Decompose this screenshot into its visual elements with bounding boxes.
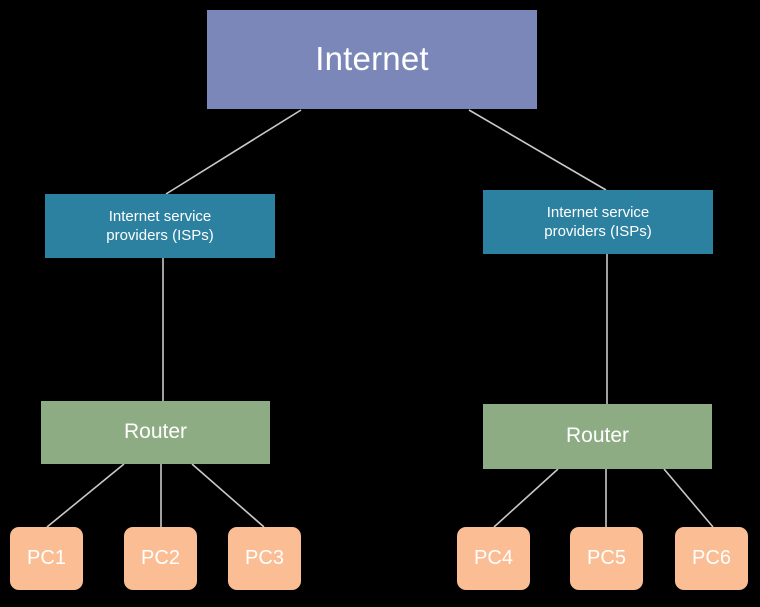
node-isp-right[interactable]: Internet service providers (ISPs) [483, 190, 713, 254]
node-pc4-label: PC4 [474, 546, 513, 569]
node-isp-left[interactable]: Internet service providers (ISPs) [45, 194, 275, 258]
node-pc6-label: PC6 [692, 546, 731, 569]
internet-to-isp-right [468, 109, 607, 191]
node-pc2-label: PC2 [141, 546, 180, 569]
node-pc1-label: PC1 [27, 546, 66, 569]
node-router-right-label: Router [565, 424, 630, 448]
node-pc2[interactable]: PC2 [124, 527, 197, 590]
node-isp-left-label: Internet service providers (ISPs) [106, 207, 214, 244]
node-internet[interactable]: Internet [207, 10, 537, 109]
node-pc1[interactable]: PC1 [10, 527, 83, 590]
router-left-to-pc3 [191, 463, 265, 528]
node-pc5-label: PC5 [587, 546, 626, 569]
node-isp-right-label: Internet service providers (ISPs) [544, 203, 652, 240]
router-right-to-pc4 [493, 468, 559, 528]
internet-to-isp-left [165, 109, 302, 195]
node-pc5[interactable]: PC5 [570, 527, 643, 590]
node-router-right[interactable]: Router [483, 404, 712, 469]
node-internet-label: Internet [315, 40, 429, 78]
router-right-to-pc6 [663, 468, 714, 528]
node-router-left[interactable]: Router [41, 401, 270, 464]
node-pc4[interactable]: PC4 [457, 527, 530, 590]
router-left-to-pc1 [46, 463, 125, 528]
node-router-left-label: Router [123, 420, 188, 444]
network-topology-diagram: Internet Internet service providers (ISP… [0, 0, 760, 607]
node-pc3-label: PC3 [245, 546, 284, 569]
node-pc6[interactable]: PC6 [675, 527, 748, 590]
node-pc3[interactable]: PC3 [228, 527, 301, 590]
